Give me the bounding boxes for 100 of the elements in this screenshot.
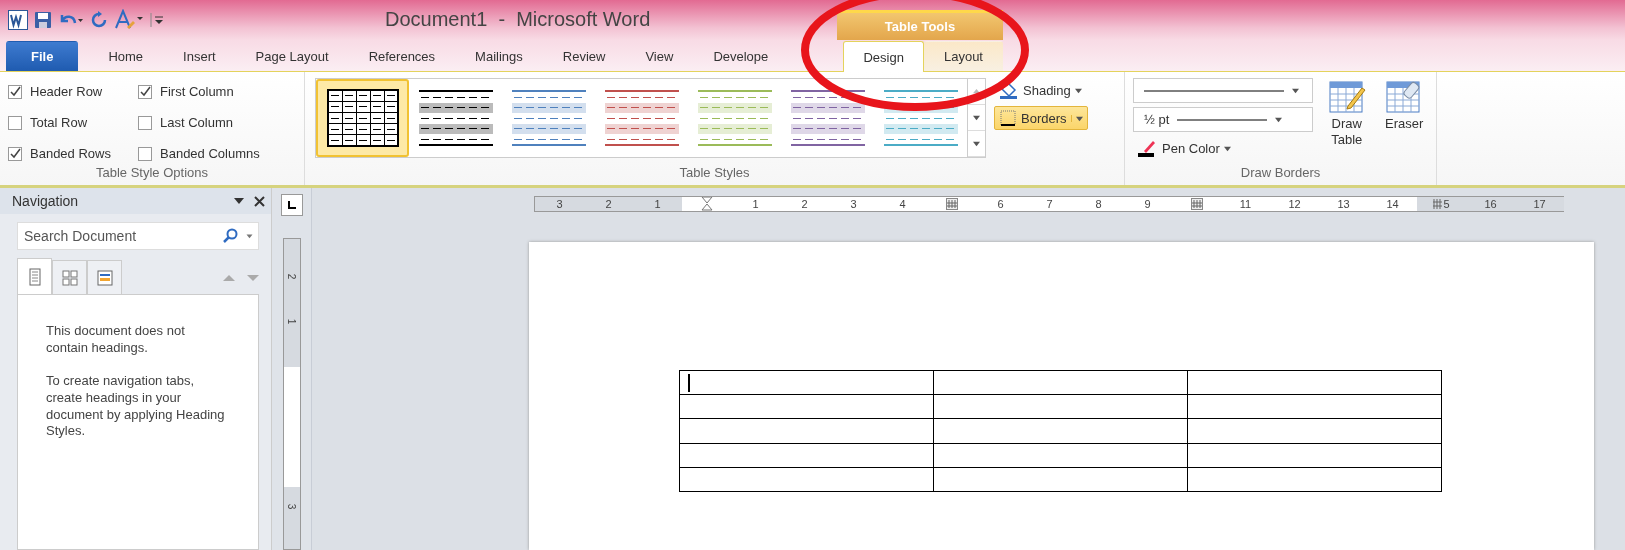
ribbon-tab[interactable]: Review [542,41,626,71]
pen-color-button[interactable]: Pen Color [1133,136,1313,160]
table-cell[interactable] [679,467,934,492]
ruler-number: 3 [286,503,297,510]
table-cell[interactable] [679,443,934,468]
table-cell[interactable] [679,394,934,419]
caret-icon [1292,87,1299,94]
text-style-icon[interactable] [114,9,144,31]
table-cell[interactable] [679,370,934,395]
pane-menu-icon[interactable] [234,197,244,205]
page-icon [28,267,41,286]
table-cell[interactable] [1187,443,1442,468]
line-sample-icon [1144,88,1284,93]
ruler-number: 1 [752,198,759,210]
weight-value: ½ pt [1144,112,1170,127]
line-style-dropdown[interactable] [1133,78,1313,103]
option-checkbox[interactable]: Header Row [8,80,138,103]
word-logo-icon[interactable] [8,10,28,30]
ruler-number: 2 [605,198,612,210]
ruler-number: 2 [801,198,808,210]
ruler-number: 3 [556,198,563,210]
group-label: Table Style Options [95,165,209,182]
ruler-number: 12 [1288,198,1301,210]
caret-icon [1074,86,1082,94]
line-weight-dropdown[interactable]: ½ pt [1133,107,1313,132]
caret-icon [973,114,980,121]
ruler-number: 2 [286,273,297,280]
save-icon[interactable] [34,11,52,29]
ruler-number: 1 [286,318,297,325]
line-sample-icon [1177,117,1268,122]
ribbon-tab[interactable]: Mailings [455,41,543,71]
ribbon-tab[interactable]: View [625,41,694,71]
file-tab[interactable]: File [6,41,79,71]
ribbon-tab[interactable]: Develope [693,41,789,71]
results-list-icon [96,269,113,286]
ruler-number: 17 [1533,198,1546,210]
column-marker-icon[interactable] [1190,198,1203,210]
ribbon-tab[interactable]: Page Layout [235,41,349,71]
draw-table-button[interactable]: Draw Table [1323,78,1371,165]
indent-marker-icon[interactable] [700,197,713,211]
search-field[interactable]: Search Document [17,222,259,250]
option-checkbox[interactable]: Last Column [138,111,288,134]
ruler-number: 4 [899,198,906,210]
table-cell[interactable] [1187,467,1442,492]
option-checkbox[interactable]: Banded Rows [8,142,138,165]
ruler-number: 6 [997,198,1004,210]
eraser-button[interactable]: Eraser [1380,78,1428,165]
table-cell[interactable] [933,443,1188,468]
ruler-number: 16 [1484,198,1497,210]
ruler-number: 14 [1386,198,1399,210]
dropdown-icon[interactable] [246,233,253,239]
option-checkbox[interactable]: Total Row [8,111,138,134]
pane-title: Navigation [12,193,79,209]
window-title: Document1 - Microsoft Word [385,8,651,31]
caret-icon [1275,116,1283,123]
tab-selector-icon[interactable] [280,194,303,216]
table-cell[interactable] [933,467,1188,492]
border-icon [999,109,1017,127]
table-style-thumbnail[interactable] [316,79,409,157]
close-icon[interactable] [254,195,265,207]
column-marker-icon[interactable] [1433,199,1443,209]
ribbon-tab[interactable]: Design [843,41,924,72]
caret-icon [1223,144,1231,152]
paint-bucket-icon [999,81,1019,99]
option-checkbox[interactable]: First Column [138,80,288,103]
search-icon[interactable] [222,228,238,244]
ruler-number: 1 [654,198,661,210]
customize-menu-icon[interactable] [150,11,164,29]
group-label: Table Styles [678,165,751,182]
redo-icon[interactable] [90,11,108,29]
pen-icon [1138,139,1158,157]
ruler-number: 11 [1239,198,1252,210]
table-styles-gallery[interactable] [315,78,986,158]
caret-icon [973,88,980,95]
borders-button[interactable]: Borders [994,106,1088,130]
checkmark-icon [9,86,21,97]
table-cell[interactable] [933,418,1188,444]
ribbon-tab[interactable]: Layout [923,41,1003,71]
table-pencil-icon [1327,78,1366,116]
ribbon-tab[interactable]: Home [88,41,164,71]
table-cell[interactable] [1187,370,1442,395]
table-cell[interactable] [933,370,1188,395]
ruler-number: 8 [1095,198,1102,210]
pane-message: This document does not contain headings. [46,323,186,357]
caret-icon [1075,114,1083,122]
column-marker-icon[interactable] [945,198,958,210]
table-cell[interactable] [1187,394,1442,419]
group-label: Draw Borders [1239,165,1322,182]
ruler-number: 3 [850,198,857,210]
table-cell[interactable] [679,418,934,444]
pane-message: To create navigation tabs, create headings in your document by applying Heading Styles. [46,372,226,441]
table-cell[interactable] [933,394,1188,419]
table-cell[interactable] [1187,418,1442,444]
ruler-number: 9 [1144,198,1151,210]
ribbon-tab[interactable]: References [348,41,456,71]
table-tools-header: Table Tools [837,10,1003,40]
ribbon-tab[interactable]: Insert [163,41,236,71]
option-checkbox[interactable]: Banded Columns [138,142,288,165]
shading-button[interactable]: Shading [994,78,1088,102]
checkmark-icon [9,148,21,159]
